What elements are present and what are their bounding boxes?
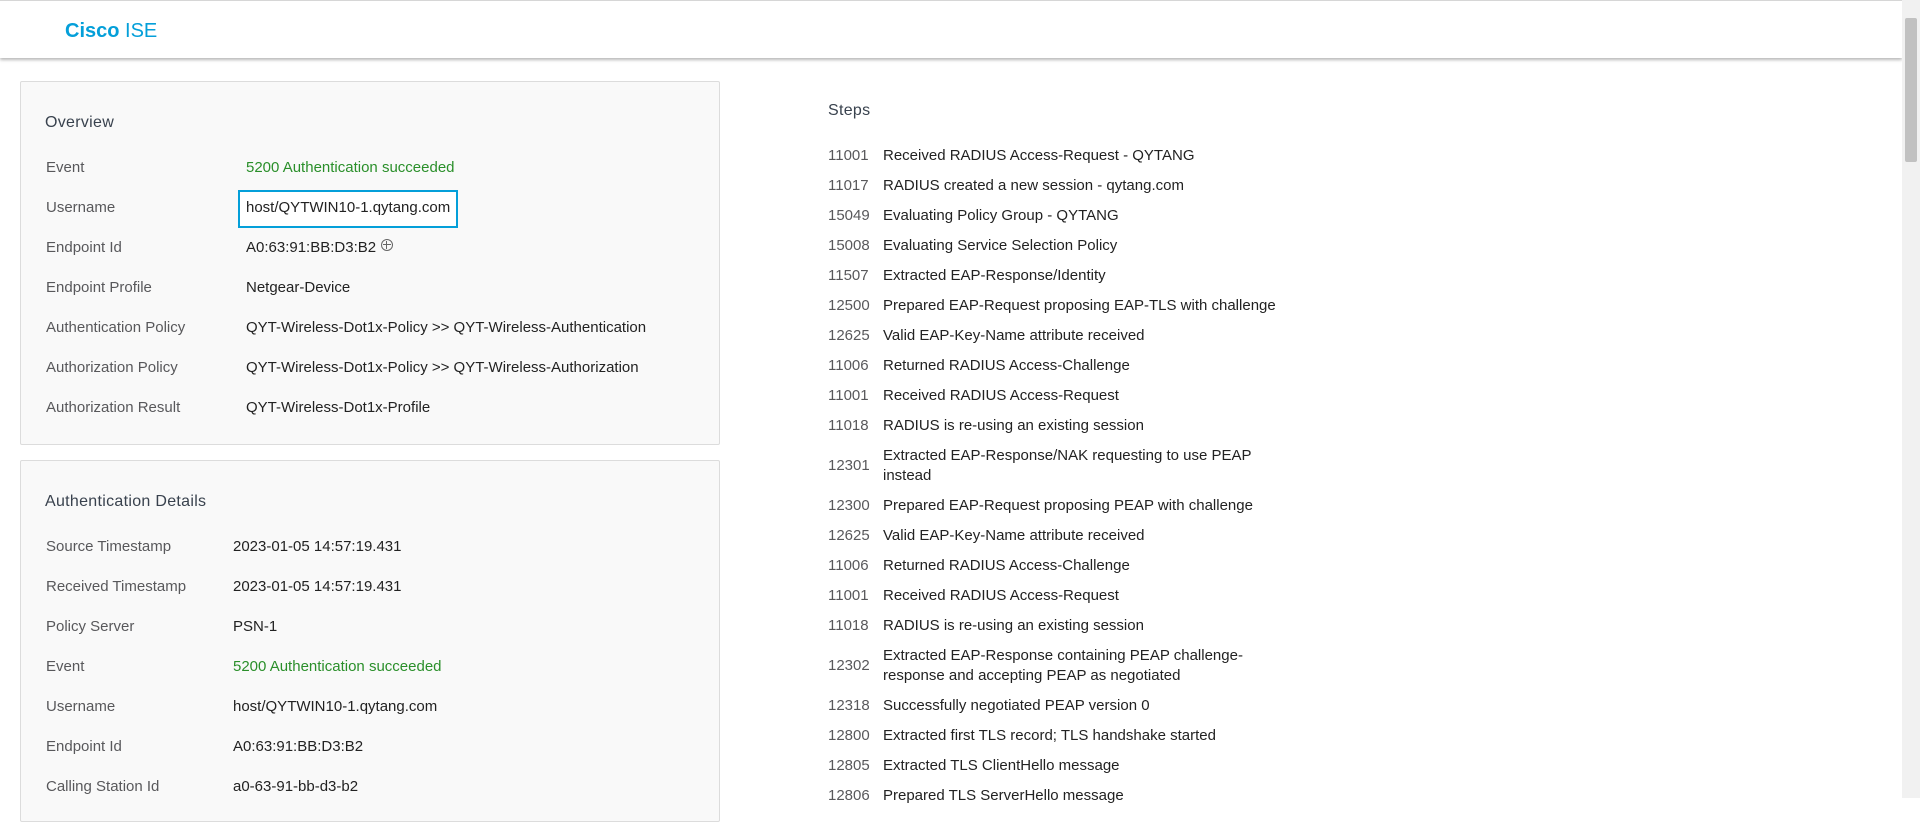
event-status: 5200 Authentication succeeded — [233, 658, 442, 675]
step-code: 15008 — [828, 237, 870, 254]
step-description: Received RADIUS Access-Request — [883, 387, 1119, 404]
step-description: Extracted EAP-Response/Identity — [883, 267, 1106, 284]
row-value: a0-63-91-bb-d3-b2 — [233, 778, 359, 795]
app-logo[interactable]: Cisco ISE — [65, 20, 157, 43]
overview-title: Overview — [45, 114, 115, 131]
step-code: 11006 — [828, 557, 869, 574]
step-description: RADIUS created a new session - qytang.co… — [883, 177, 1184, 194]
step-description: Prepared TLS ServerHello message — [883, 787, 1124, 804]
step-code: 12805 — [828, 757, 870, 774]
row-label: Endpoint Id — [46, 239, 122, 256]
row-label: Authorization Policy — [46, 359, 178, 376]
row-label: Source Timestamp — [46, 538, 172, 555]
step-code: 11001 — [828, 387, 869, 404]
row-label: Authentication Policy — [46, 319, 186, 336]
endpoint-id-value: A0:63:91:BB:D3:B2 — [246, 238, 394, 258]
step-description: RADIUS is re-using an existing session — [883, 417, 1144, 434]
step-code: 12318 — [828, 697, 870, 714]
step-code: 11006 — [828, 357, 869, 374]
row-label: Username — [46, 698, 116, 715]
step-description: Valid EAP-Key-Name attribute received — [883, 327, 1145, 344]
authentication-details-card: Authentication Details Source Timestamp … — [20, 460, 720, 822]
brand-light: ISE — [125, 20, 158, 42]
step-code: 11018 — [828, 417, 869, 434]
authentication-policy-value: QYT-Wireless-Dot1x-Policy >> QYT-Wireles… — [246, 319, 647, 336]
row-label: Event — [46, 159, 85, 176]
step-description: Successfully negotiated PEAP version 0 — [883, 697, 1150, 714]
step-code: 12500 — [828, 297, 870, 314]
step-code: 12301 — [828, 457, 870, 474]
endpoint-profile-value: Netgear-Device — [246, 279, 351, 296]
row-label: Event — [46, 658, 85, 675]
step-description: Evaluating Service Selection Policy — [883, 237, 1118, 254]
step-description: RADIUS is re-using an existing session — [883, 617, 1144, 634]
step-description: Received RADIUS Access-Request - QYTANG — [883, 147, 1195, 164]
top-header: Cisco ISE — [0, 0, 1902, 58]
step-description: Extracted EAP-Response/NAK requesting to… — [883, 447, 1252, 484]
step-code: 11507 — [828, 267, 869, 284]
event-status: 5200 Authentication succeeded — [246, 159, 455, 176]
row-label: Endpoint Id — [46, 738, 122, 755]
row-label: Policy Server — [46, 618, 135, 635]
step-code: 11018 — [828, 617, 869, 634]
row-value: 2023-01-05 14:57:19.431 — [233, 578, 402, 595]
brand-bold: Cisco — [65, 20, 120, 42]
row-value: PSN-1 — [233, 618, 278, 635]
row-label: Authorization Result — [46, 399, 181, 416]
authentication-details-title: Authentication Details — [45, 493, 207, 510]
step-description: Extracted EAP-Response containing PEAP c… — [883, 647, 1243, 684]
scrollbar-thumb[interactable] — [1905, 18, 1917, 162]
row-value: host/QYTWIN10-1.qytang.com — [233, 698, 438, 715]
row-value: 2023-01-05 14:57:19.431 — [233, 538, 402, 555]
step-description: Returned RADIUS Access-Challenge — [883, 557, 1130, 574]
username-value-highlighted[interactable]: host/QYTWIN10-1.qytang.com — [238, 190, 459, 228]
step-code: 12300 — [828, 497, 870, 514]
row-label: Endpoint Profile — [46, 279, 152, 296]
authorization-result-value: QYT-Wireless-Dot1x-Profile — [246, 399, 431, 416]
step-code: 11001 — [828, 147, 869, 164]
step-description: Evaluating Policy Group - QYTANG — [883, 207, 1119, 224]
row-value: A0:63:91:BB:D3:B2 — [233, 738, 364, 755]
endpoint-id-text[interactable]: A0:63:91:BB:D3:B2 — [246, 239, 376, 256]
steps-title: Steps — [828, 102, 871, 119]
step-description: Extracted first TLS record; TLS handshak… — [883, 727, 1216, 744]
step-code: 12625 — [828, 327, 870, 344]
step-description: Extracted TLS ClientHello message — [883, 757, 1120, 774]
step-code: 12302 — [828, 657, 870, 674]
step-description: Prepared EAP-Request proposing EAP-TLS w… — [883, 297, 1276, 314]
step-code: 12625 — [828, 527, 870, 544]
step-code: 15049 — [828, 207, 870, 224]
crosshair-icon[interactable] — [381, 239, 394, 251]
step-description: Valid EAP-Key-Name attribute received — [883, 527, 1145, 544]
authorization-policy-value: QYT-Wireless-Dot1x-Policy >> QYT-Wireles… — [246, 359, 639, 376]
row-label: Calling Station Id — [46, 778, 160, 795]
step-code: 12800 — [828, 727, 870, 744]
vertical-scrollbar[interactable] — [1902, 0, 1920, 798]
step-description: Prepared EAP-Request proposing PEAP with… — [883, 497, 1253, 514]
step-code: 11017 — [828, 177, 869, 194]
step-description: Received RADIUS Access-Request — [883, 587, 1119, 604]
row-label: Username — [46, 199, 116, 216]
row-label: Received Timestamp — [46, 578, 187, 595]
step-description: Returned RADIUS Access-Challenge — [883, 357, 1130, 374]
overview-card: Overview Event 5200 Authentication succe… — [20, 81, 720, 445]
step-code: 11001 — [828, 587, 869, 604]
step-code: 12806 — [828, 787, 870, 804]
